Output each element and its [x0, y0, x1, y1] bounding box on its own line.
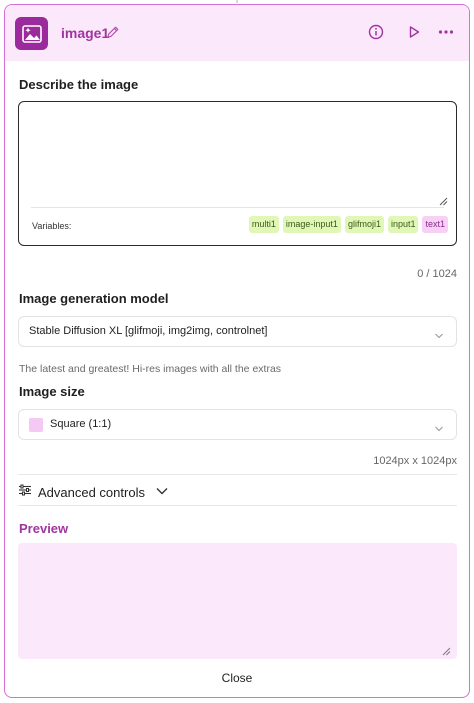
variable-chip[interactable]: image-input1 [282, 216, 341, 233]
size-label: Image size [19, 384, 85, 399]
model-hint: The latest and greatest! Hi-res images w… [19, 363, 282, 375]
aspect-swatch-icon [29, 418, 43, 432]
prompt-textarea[interactable] [29, 110, 446, 202]
resize-grip-icon[interactable] [438, 193, 448, 206]
model-label: Image generation model [19, 291, 169, 306]
chevron-down-icon [434, 327, 444, 339]
more-horizontal-icon[interactable] [437, 23, 455, 41]
model-select[interactable]: Stable Diffusion XL [glifmoji, img2img, … [18, 316, 457, 347]
node-title[interactable]: image1 [61, 25, 109, 41]
close-button[interactable]: Close [5, 671, 469, 685]
image-sparkle-icon [15, 17, 48, 50]
node-header: image1 [5, 5, 469, 61]
character-counter: 0 / 1024 [417, 268, 457, 280]
preview-label: Preview [19, 521, 69, 536]
chevron-down-icon [434, 420, 444, 432]
sliders-icon [18, 483, 32, 502]
variable-chips: multi1 image-input1 glifmoji1 input1 tex… [248, 216, 448, 233]
preview-area [18, 543, 457, 659]
variables-label: Variables: [32, 221, 72, 231]
edit-pencil-icon[interactable] [106, 25, 120, 39]
size-select-value: Square (1:1) [50, 418, 112, 430]
divider [18, 474, 457, 475]
prompt-field-container: Variables: multi1 image-input1 glifmoji1… [18, 101, 457, 246]
model-select-value: Stable Diffusion XL [glifmoji, img2img, … [29, 325, 268, 337]
top-connector [236, 0, 238, 3]
image-node-panel: image1 Describe the image Variables: mul… [4, 4, 470, 698]
info-icon[interactable] [367, 23, 385, 41]
chevron-down-icon [155, 483, 169, 501]
size-readout: 1024px x 1024px [373, 455, 457, 467]
size-select[interactable]: Square (1:1) [18, 409, 457, 440]
divider [18, 505, 457, 506]
variable-chip[interactable]: glifmoji1 [344, 216, 384, 233]
variable-chip[interactable]: multi1 [248, 216, 279, 233]
variable-chip[interactable]: input1 [387, 216, 419, 233]
advanced-controls-toggle[interactable]: Advanced controls [18, 480, 169, 504]
resize-grip-icon[interactable] [441, 643, 451, 656]
play-icon[interactable] [405, 23, 423, 41]
variable-chip[interactable]: text1 [422, 216, 448, 233]
advanced-controls-label: Advanced controls [38, 484, 145, 500]
prompt-label: Describe the image [19, 77, 139, 92]
variables-divider [31, 207, 444, 208]
